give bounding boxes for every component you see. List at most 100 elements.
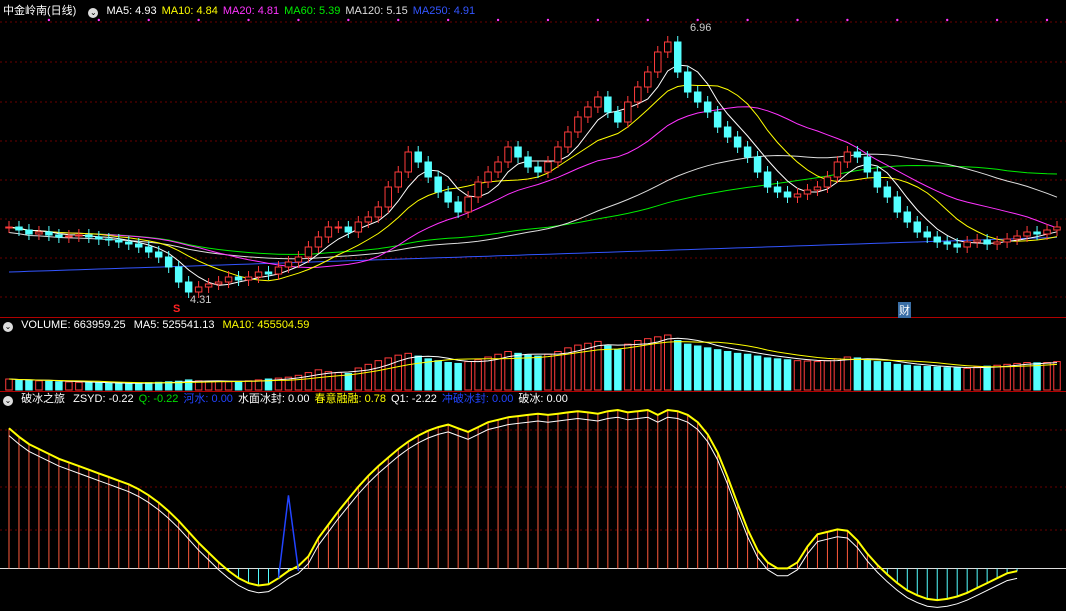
- candle-body: [743, 146, 752, 158]
- candle-body: [713, 111, 722, 128]
- indicator-signal-line: [8, 416, 1018, 608]
- candle-body: [793, 193, 802, 198]
- candle-body: [354, 221, 363, 233]
- candle-body: [1033, 231, 1041, 235]
- signal-dot: [197, 18, 200, 22]
- candle-body: [344, 226, 353, 233]
- volume-bar: [853, 357, 862, 391]
- candle-body: [474, 181, 482, 198]
- stock-chart-window: { "main": { "title": "中金岭南(日线)", "ma": […: [0, 0, 1066, 611]
- signal-dot: [147, 18, 150, 22]
- ma5-line: [8, 64, 1058, 286]
- volume-bar: [364, 363, 373, 391]
- volume-bar: [903, 364, 912, 391]
- candle-body: [933, 236, 941, 243]
- volume-bar: [1033, 362, 1041, 391]
- volume-bar: [683, 343, 692, 391]
- candle-body: [444, 191, 452, 203]
- candle-body: [783, 191, 792, 198]
- signal-dot: [846, 18, 849, 22]
- volume-bar: [304, 372, 313, 391]
- volume-bar: [434, 360, 442, 391]
- candle-body: [254, 271, 263, 278]
- candle-body: [514, 146, 522, 158]
- candle-body: [85, 234, 93, 238]
- volume-bar: [923, 366, 931, 391]
- candle-body: [224, 276, 233, 283]
- volume-bar: [374, 360, 383, 391]
- candle-body: [993, 241, 1001, 245]
- volume-bar: [664, 334, 672, 391]
- volume-bar: [634, 340, 642, 391]
- candle-body: [364, 216, 373, 223]
- volume-bar: [384, 357, 393, 391]
- signal-dot: [496, 18, 500, 22]
- candle-body: [25, 229, 33, 235]
- volume-bar: [314, 369, 323, 391]
- low-price-label: 4.31: [190, 294, 212, 306]
- volume-bar: [873, 361, 882, 391]
- signal-dot: [596, 18, 600, 22]
- candle-body: [554, 146, 562, 163]
- candle-body: [274, 266, 283, 275]
- candle-body: [604, 96, 612, 113]
- volume-bar: [1053, 361, 1061, 391]
- candle-body: [464, 196, 472, 213]
- volume-bar: [324, 371, 333, 391]
- volume-bar: [424, 358, 432, 391]
- candle-body: [424, 161, 432, 178]
- candle-body: [144, 246, 153, 253]
- signal-dot: [646, 18, 649, 22]
- candle-body: [823, 176, 832, 188]
- candle-body: [294, 256, 303, 263]
- candle-body: [434, 176, 442, 193]
- volume-bar: [244, 380, 253, 391]
- ma10-line: [8, 84, 1058, 282]
- candle-body: [733, 136, 742, 148]
- volume-bar: [943, 367, 951, 391]
- candle-body: [584, 106, 592, 118]
- candle-body: [813, 186, 822, 191]
- signal-dot: [796, 18, 799, 22]
- signal-dot: [896, 18, 899, 22]
- finance-marker[interactable]: 财: [898, 302, 911, 318]
- volume-bar: [95, 382, 103, 391]
- candle-body: [983, 239, 991, 245]
- candle-body: [184, 281, 193, 293]
- candle-body: [883, 186, 892, 198]
- candle-body: [75, 234, 83, 237]
- breakthrough-spike: [277, 495, 300, 579]
- candle-body: [753, 156, 762, 173]
- volume-bar: [614, 349, 622, 391]
- volume-bar: [953, 367, 961, 391]
- candle-body: [953, 243, 961, 248]
- candle-body: [494, 161, 502, 173]
- volume-bar: [833, 358, 842, 391]
- candle-body: [45, 231, 53, 236]
- candle-body: [454, 201, 462, 213]
- candle-body: [673, 41, 682, 73]
- candle-body: [484, 171, 492, 183]
- indicator-main-line: [8, 408, 1018, 602]
- volume-bar: [973, 366, 981, 391]
- signal-dot: [546, 18, 550, 22]
- volume-bar: [624, 343, 632, 391]
- candle-body: [314, 236, 323, 248]
- candle-body: [304, 246, 313, 258]
- signal-dot: [946, 18, 949, 22]
- candle-body: [234, 276, 243, 281]
- candle-body: [893, 196, 902, 213]
- volume-bar: [105, 382, 113, 391]
- volume-bar: [55, 381, 63, 391]
- signal-dot: [696, 18, 699, 22]
- volume-bar: [5, 378, 13, 391]
- volume-bar: [803, 360, 812, 391]
- candle-body: [5, 226, 13, 229]
- candle-body: [1053, 226, 1061, 231]
- volume-bar: [644, 338, 652, 391]
- volume-bar: [594, 340, 602, 391]
- candle-body: [863, 156, 872, 173]
- candle-body: [1003, 238, 1011, 243]
- volume-bar: [35, 380, 43, 391]
- volume-bar: [1043, 362, 1051, 391]
